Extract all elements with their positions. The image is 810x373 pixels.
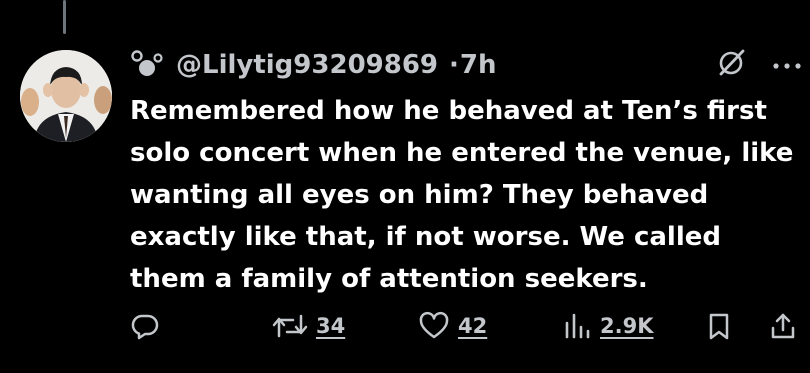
share-icon	[768, 311, 798, 341]
retweet-button[interactable]: 34	[272, 306, 345, 346]
view-count: 2.9K	[600, 314, 654, 338]
separator-dot: ·	[449, 50, 459, 80]
tweet-time[interactable]: 7h	[460, 50, 497, 80]
heart-icon	[418, 311, 450, 341]
retweet-count: 34	[316, 314, 346, 338]
bubbles-icon	[130, 48, 166, 82]
more-icon[interactable]	[772, 56, 802, 75]
avatar[interactable]	[20, 50, 112, 142]
like-count: 42	[458, 314, 488, 338]
bookmark-icon	[704, 311, 734, 341]
tweet-top-actions	[716, 48, 802, 82]
share-button[interactable]	[768, 306, 798, 346]
views-icon	[562, 311, 592, 341]
reply-icon	[130, 311, 160, 341]
retweet-icon	[272, 311, 308, 341]
author-handle[interactable]: @Lilytig93209869	[176, 50, 438, 80]
reply-button[interactable]	[130, 306, 160, 346]
tweet-text: Remembered how he behaved at Ten’s first…	[130, 96, 794, 294]
views-button[interactable]: 2.9K	[562, 306, 653, 346]
slash-circle-icon[interactable]	[716, 48, 746, 82]
thread-line	[63, 0, 66, 34]
tweet-actions: 34 42 2.9K	[130, 306, 810, 346]
tweet-header: @Lilytig93209869 · 7h	[130, 48, 497, 82]
avatar-image	[20, 50, 112, 142]
bookmark-button[interactable]	[704, 306, 734, 346]
like-button[interactable]: 42	[418, 306, 487, 346]
